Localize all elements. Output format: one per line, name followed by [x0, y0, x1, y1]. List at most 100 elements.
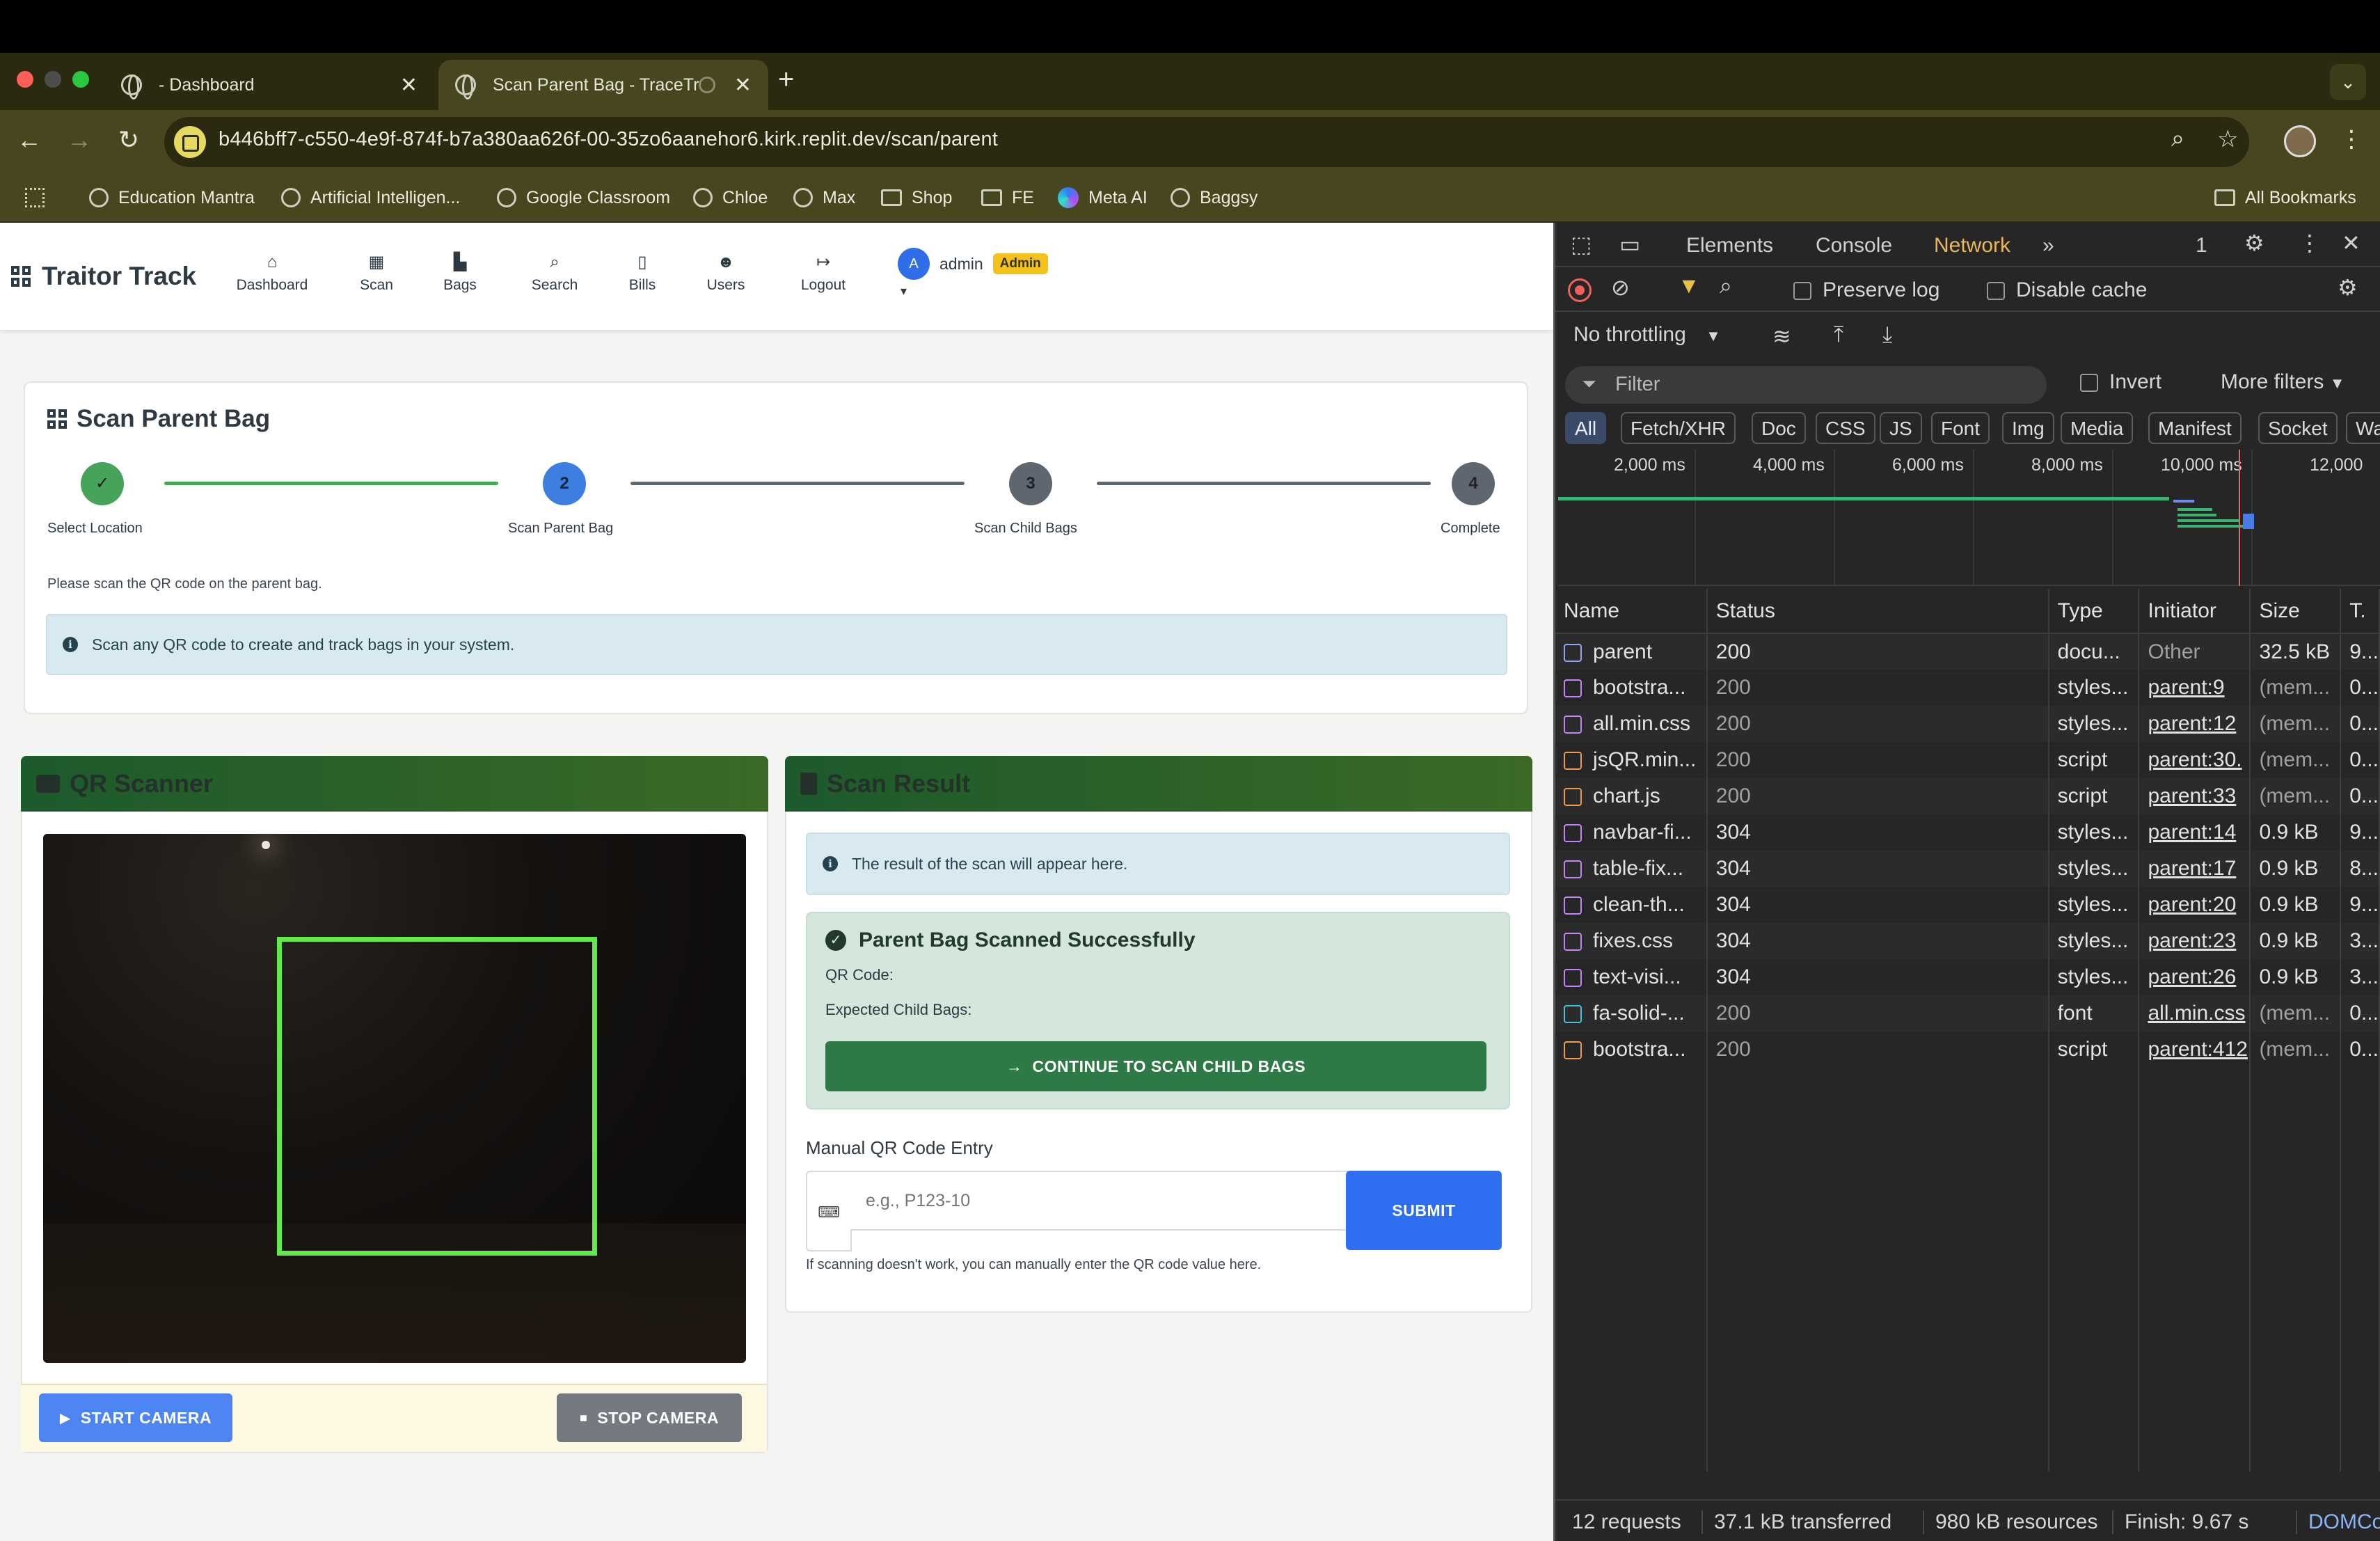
cell-initiator[interactable]: parent:14: [2139, 814, 2251, 851]
tab-console[interactable]: Console: [1816, 234, 1892, 258]
nav-scan[interactable]: ▦ Scan: [331, 252, 422, 294]
table-row[interactable]: bootstra... 200 styles... parent:9 (mem... 0.…: [1555, 670, 2380, 706]
app-brand[interactable]: Traitor Track: [11, 262, 196, 291]
column-status[interactable]: Status: [1706, 589, 2049, 634]
bookmark-chloe[interactable]: Chloe: [693, 184, 768, 212]
forward-icon[interactable]: →: [67, 125, 92, 155]
tab-elements[interactable]: Elements: [1686, 234, 1773, 258]
close-tab-icon[interactable]: ✕: [734, 73, 752, 97]
nav-users[interactable]: ☻ Users: [681, 252, 771, 294]
all-bookmarks-folder[interactable]: All Bookmarks: [2214, 184, 2356, 212]
cell-initiator[interactable]: parent:33: [2139, 778, 2251, 814]
table-row[interactable]: table-fix... 304 styles... parent:17 0.9 kB 8…: [1555, 851, 2380, 887]
nav-bags[interactable]: ▙ Bags: [415, 252, 505, 294]
table-row[interactable]: clean-th... 304 styles... parent:20 0.9 kB 9.…: [1555, 887, 2380, 923]
minimize-window-button[interactable]: [45, 71, 61, 88]
table-row[interactable]: fa-solid-... 200 font all.min.css (mem... 0..…: [1555, 995, 2380, 1032]
zoom-icon[interactable]: ⌕: [2171, 125, 2184, 152]
filter-manifest[interactable]: Manifest: [2148, 412, 2242, 444]
continue-to-scan-child-bags-button[interactable]: → CONTINUE TO SCAN CHILD BAGS: [825, 1041, 1486, 1091]
cell-initiator[interactable]: parent:412: [2139, 1032, 2251, 1068]
new-tab-icon[interactable]: +: [778, 64, 794, 95]
bookmark-star-icon[interactable]: ☆: [2217, 125, 2238, 153]
disable-cache-checkbox[interactable]: Disable cache: [1987, 278, 2147, 302]
more-filters-dropdown[interactable]: More filters ▼: [2221, 370, 2345, 394]
close-window-button[interactable]: [17, 71, 33, 88]
close-devtools-icon[interactable]: ✕: [2342, 230, 2361, 256]
tab-scan-parent-bag[interactable]: Scan Parent Bag - TraceTr ✕: [438, 60, 768, 110]
cell-initiator[interactable]: parent:23: [2139, 923, 2251, 959]
site-info-icon[interactable]: [174, 126, 206, 158]
bookmark-max[interactable]: Max: [793, 184, 855, 212]
wifi-settings-icon[interactable]: ≋: [1772, 323, 1791, 349]
table-row[interactable]: jsQR.min... 200 script parent:30. (mem... 0..…: [1555, 742, 2380, 778]
filter-media[interactable]: Media: [2061, 412, 2134, 444]
start-camera-button[interactable]: ▶ START CAMERA: [39, 1393, 232, 1442]
chevron-down-icon[interactable]: ▾: [901, 284, 907, 299]
import-har-icon[interactable]: ⤒: [1834, 322, 1843, 348]
column-initiator[interactable]: Initiator: [2139, 589, 2251, 634]
bookmark-baggsy[interactable]: Baggsy: [1171, 184, 1258, 212]
column-name[interactable]: Name: [1555, 589, 1708, 634]
settings-gear-icon[interactable]: ⚙: [2244, 230, 2264, 256]
issues-count[interactable]: 1: [2196, 234, 2207, 258]
filter-doc[interactable]: Doc: [1752, 412, 1806, 444]
filter-input[interactable]: ⏷ Filter: [1565, 366, 2047, 404]
cell-initiator[interactable]: parent:20: [2139, 887, 2251, 923]
back-icon[interactable]: ←: [17, 125, 42, 155]
nav-logout[interactable]: ↦ Logout: [778, 252, 868, 294]
table-row[interactable]: bootstra... 200 script parent:412 (mem... 0..…: [1555, 1032, 2380, 1068]
column-time[interactable]: T.: [2340, 589, 2380, 634]
reload-icon[interactable]: ↻: [118, 125, 139, 155]
filter-css[interactable]: CSS: [1816, 412, 1875, 444]
maximize-window-button[interactable]: [72, 71, 89, 88]
filter-wasm[interactable]: Wa: [2346, 412, 2380, 444]
nav-search[interactable]: ⌕ Search: [509, 252, 600, 294]
more-tabs-icon[interactable]: »: [2042, 234, 2054, 258]
search-icon[interactable]: ⌕: [1720, 273, 1732, 299]
tab-search-chevron-icon[interactable]: ⌄: [2330, 64, 2366, 100]
table-row[interactable]: parent 200 docu... Other 32.5 kB 9...: [1555, 633, 2380, 670]
apps-grid-icon[interactable]: [25, 184, 45, 212]
filter-funnel-icon[interactable]: ▼: [1678, 273, 1700, 299]
filter-font[interactable]: Font: [1931, 412, 1990, 444]
column-type[interactable]: Type: [2048, 589, 2140, 634]
column-size[interactable]: Size: [2250, 589, 2342, 634]
filter-js[interactable]: JS: [1880, 412, 1922, 444]
device-toolbar-icon[interactable]: ▭: [1619, 231, 1640, 258]
filter-fetch-xhr[interactable]: Fetch/XHR: [1621, 412, 1736, 444]
submit-button[interactable]: SUBMIT: [1346, 1171, 1502, 1250]
table-row[interactable]: chart.js 200 script parent:33 (mem... 0...: [1555, 778, 2380, 814]
network-settings-icon[interactable]: ⚙: [2338, 274, 2358, 301]
user-menu[interactable]: A admin Admin: [898, 248, 1048, 280]
profile-avatar[interactable]: [2284, 125, 2316, 157]
chrome-menu-icon[interactable]: ⋮: [2340, 125, 2363, 153]
bookmark-meta-ai[interactable]: Meta AI: [1058, 184, 1148, 212]
stop-camera-button[interactable]: ■ STOP CAMERA: [557, 1393, 742, 1442]
close-tab-icon[interactable]: ✕: [400, 73, 418, 97]
cell-initiator[interactable]: parent:17: [2139, 851, 2251, 887]
bookmark-fe-folder[interactable]: FE: [981, 184, 1034, 212]
filter-socket[interactable]: Socket: [2258, 412, 2338, 444]
nav-dashboard[interactable]: ⌂ Dashboard: [227, 252, 317, 294]
tab-network[interactable]: Network: [1934, 234, 2010, 258]
cell-initiator[interactable]: parent:12: [2139, 706, 2251, 742]
table-row[interactable]: text-visi... 304 styles... parent:26 0.9 kB 3…: [1555, 959, 2380, 995]
bookmark-shop-folder[interactable]: Shop: [881, 184, 952, 212]
filter-img[interactable]: Img: [2002, 412, 2054, 444]
bookmark-google-classroom[interactable]: Google Classroom: [497, 184, 670, 212]
table-row[interactable]: navbar-fi... 304 styles... parent:14 0.9 kB 9…: [1555, 814, 2380, 851]
inspect-element-icon[interactable]: ⬚: [1571, 231, 1592, 258]
cell-initiator[interactable]: parent:9: [2139, 670, 2251, 706]
network-overview-timeline[interactable]: 2,000 ms 4,000 ms 6,000 ms 8,000 ms 10,0…: [1558, 450, 2380, 586]
tab-dashboard[interactable]: - Dashboard ✕: [104, 60, 434, 110]
record-icon[interactable]: [1568, 278, 1592, 302]
cell-initiator[interactable]: parent:26: [2139, 959, 2251, 995]
more-options-icon[interactable]: ⋮: [2299, 230, 2321, 256]
nav-bills[interactable]: ▯ Bills: [597, 252, 688, 294]
cell-initiator[interactable]: all.min.css: [2139, 995, 2251, 1032]
invert-checkbox[interactable]: Invert: [2080, 370, 2161, 394]
export-har-icon[interactable]: ⤓: [1882, 322, 1892, 348]
preserve-log-checkbox[interactable]: Preserve log: [1793, 278, 1939, 302]
table-row[interactable]: all.min.css 200 styles... parent:12 (mem... 0…: [1555, 706, 2380, 742]
